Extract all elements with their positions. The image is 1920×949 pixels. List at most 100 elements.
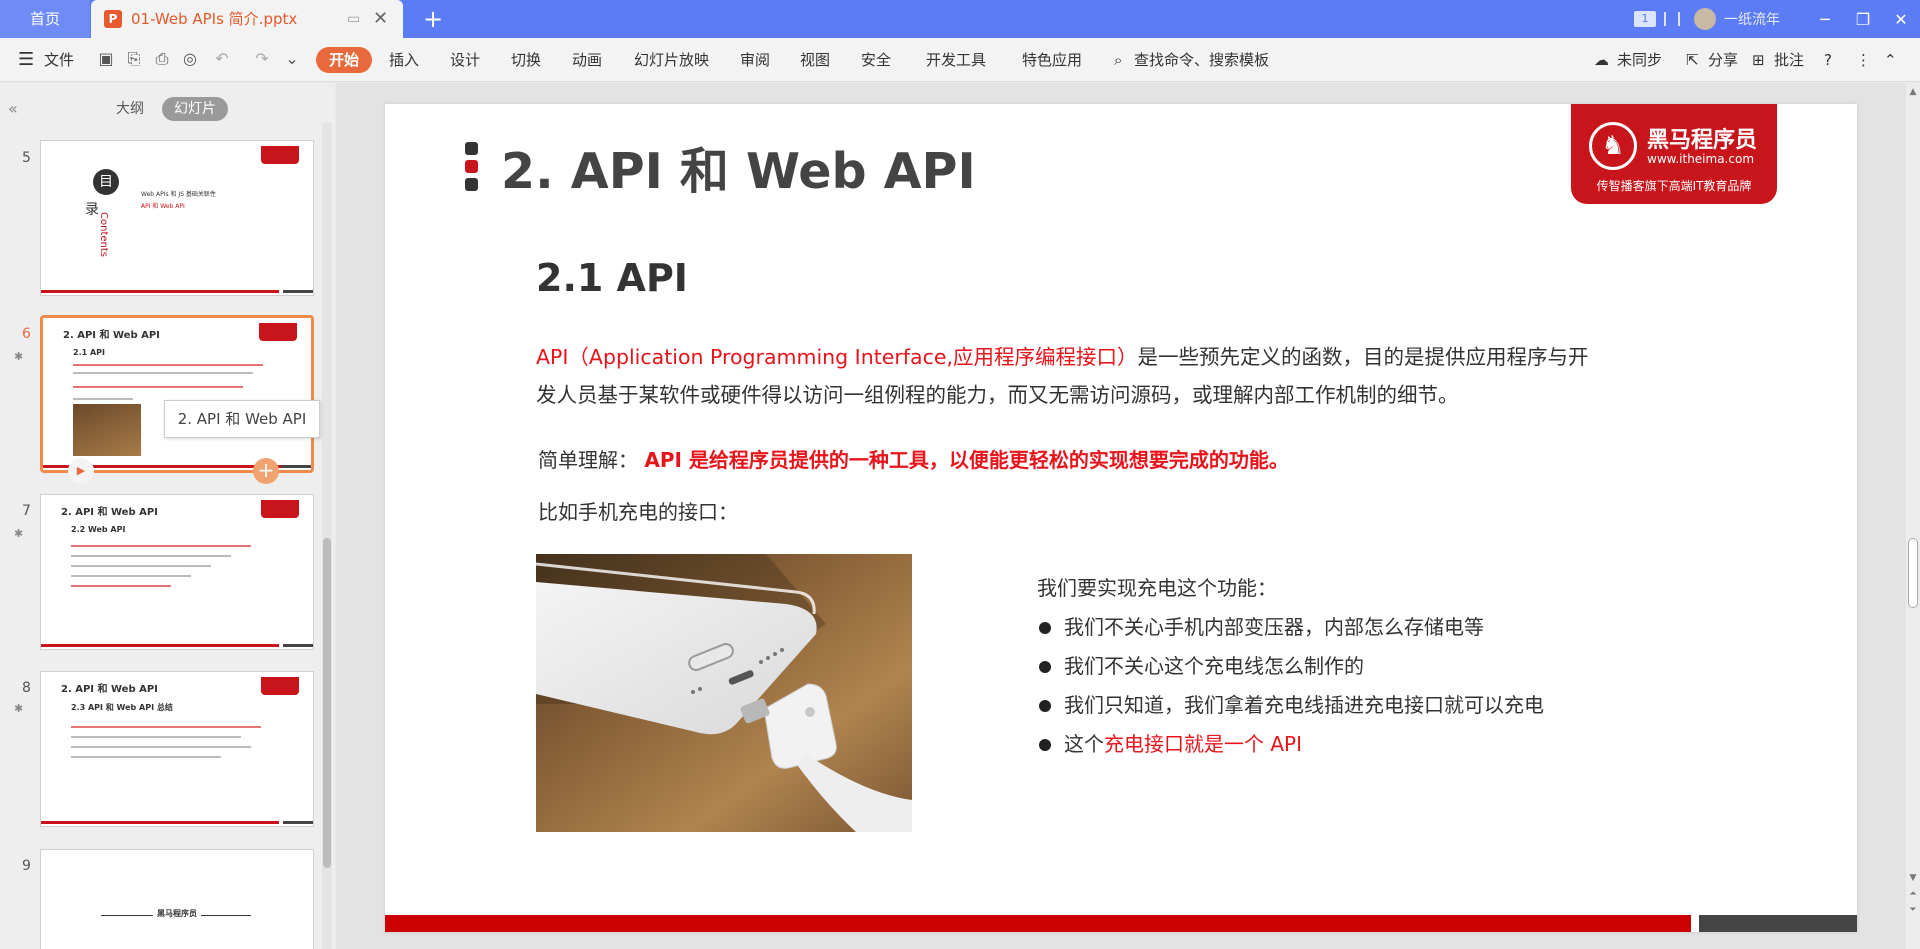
customize-icon[interactable]: ⌄ — [282, 49, 302, 69]
slide-title[interactable]: 2. API 和 Web API — [501, 132, 976, 203]
slide-thumbnail-5[interactable]: 目 录 Contents Web APIs 和 JS 基础关联性 API 和 W… — [40, 140, 314, 296]
list-item: 我们不关心手机内部变压器，内部怎么存储电等 — [1037, 608, 1544, 647]
tab-insert[interactable]: 插入 — [389, 38, 419, 82]
ribbon-toolbar: ☰ 文件 ▣ ⎘ ⎙ ◎ ↶ ↷ ⌄ 开始 插入 设计 切换 动画 幻灯片放映 … — [0, 38, 1920, 82]
api-definition[interactable]: API（Application Programming Interface,应用… — [536, 338, 1596, 414]
scroll-page-up-icon[interactable]: ⏶ — [1906, 889, 1920, 899]
help-icon[interactable]: ? — [1824, 38, 1832, 82]
tab-slideshow[interactable]: 幻灯片放映 — [634, 38, 709, 82]
scroll-up-icon[interactable]: ▲ — [1906, 87, 1920, 97]
slide-thumbnail-9[interactable]: 黑马程序员 — [40, 849, 314, 949]
comment-button[interactable]: 批注 — [1774, 38, 1804, 82]
tab-start[interactable]: 开始 — [316, 47, 372, 73]
phone-charging-image[interactable] — [536, 554, 912, 832]
collapse-panel-icon[interactable]: « — [8, 99, 18, 118]
layout-icon[interactable] — [1664, 12, 1680, 26]
save-icon[interactable]: ▣ — [96, 49, 116, 69]
scroll-page-down-icon[interactable]: ⏷ — [1906, 905, 1920, 915]
tab-slides[interactable]: 幻灯片 — [162, 97, 228, 121]
tab-animation[interactable]: 动画 — [572, 38, 602, 82]
slide-number: 5 — [22, 150, 31, 166]
thumb-toc-item-2: API 和 Web API — [141, 203, 185, 210]
horse-logo-icon: ♞ — [1589, 122, 1637, 170]
thumb-text-line — [71, 736, 241, 738]
tab-transition[interactable]: 切换 — [511, 38, 541, 82]
thumb-text-line — [71, 575, 191, 577]
thumb-text-line — [71, 585, 171, 587]
editor-scrollbar[interactable]: ▲ ▼ ⏶ ⏷ — [1906, 83, 1920, 949]
footer-bar-dark — [1699, 915, 1857, 932]
tab-security[interactable]: 安全 — [861, 38, 891, 82]
logo-url: www.itheima.com — [1647, 152, 1755, 166]
add-slide-icon[interactable]: + — [253, 458, 279, 484]
thumb-text-line — [71, 545, 251, 547]
notification-badge[interactable]: 1 — [1634, 11, 1656, 27]
menu-icon[interactable]: ☰ — [18, 38, 34, 82]
ppt-file-icon: P — [104, 10, 122, 28]
thumb-text-line — [71, 565, 211, 567]
minimize-icon[interactable]: ─ — [1806, 10, 1844, 29]
thumb-toc-badge: 目 — [93, 169, 119, 195]
tab-home[interactable]: 首页 — [0, 0, 90, 38]
thumb-footer-bar-dark — [283, 821, 313, 824]
tab-design[interactable]: 设计 — [450, 38, 480, 82]
window-controls: 1 一纸流年 ─ ❐ ✕ — [1634, 0, 1920, 38]
close-window-icon[interactable]: ✕ — [1882, 10, 1920, 29]
editor-scroll-thumb[interactable] — [1908, 538, 1918, 608]
slide-thumbnail-7[interactable]: 2. API 和 Web API 2.2 Web API — [40, 494, 314, 650]
thumb-toc-item-1: Web APIs 和 JS 基础关联性 — [141, 191, 216, 198]
preview-icon[interactable]: ◎ — [180, 49, 200, 69]
restore-icon[interactable]: ❐ — [1844, 10, 1882, 29]
collapse-ribbon-icon[interactable]: ⌃ — [1884, 38, 1897, 82]
tab-developer[interactable]: 开发工具 — [926, 38, 986, 82]
thumb-contents-label: Contents — [97, 212, 109, 257]
title-bar: 首页 P 01-Web APIs 简介.pptx ▭ ✕ + 1 一纸流年 ─ … — [0, 0, 1920, 38]
example-text[interactable]: 比如手机充电的接口： — [538, 496, 738, 525]
print-icon[interactable]: ⎙ — [152, 49, 172, 69]
thumb-image — [73, 404, 141, 456]
tab-features[interactable]: 特色应用 — [1022, 38, 1082, 82]
simple-understanding[interactable]: 简单理解： API 是给程序员提供的一种工具，以便能更轻松的实现想要完成的功能。 — [538, 444, 1289, 473]
charge-bullet-list[interactable]: 我们不关心手机内部变压器，内部怎么存储电等 我们不关心这个充电线怎么制作的 我们… — [1037, 608, 1544, 764]
thumb-logo — [261, 677, 299, 695]
export-icon[interactable]: ⎘ — [124, 49, 144, 69]
tab-view[interactable]: 视图 — [800, 38, 830, 82]
tab-document[interactable]: P 01-Web APIs 简介.pptx ▭ ✕ — [91, 0, 403, 38]
comment-icon[interactable]: ⊞ — [1752, 38, 1765, 82]
animation-star-icon: ✱ — [14, 702, 24, 715]
close-tab-icon[interactable]: ✕ — [373, 0, 388, 38]
tab-review[interactable]: 审阅 — [740, 38, 770, 82]
avatar[interactable] — [1694, 8, 1716, 30]
thumb-text-line — [73, 398, 133, 400]
tab-outline[interactable]: 大纲 — [104, 97, 156, 121]
thumb-footer-bar — [41, 644, 279, 647]
thumb-text-line — [71, 726, 261, 728]
cloud-sync-icon[interactable]: ☁ — [1594, 38, 1609, 82]
undo-icon[interactable]: ↶ — [212, 49, 232, 69]
new-tab-button[interactable]: + — [418, 4, 448, 34]
logo-brand: 黑马程序员 — [1647, 128, 1758, 153]
share-button[interactable]: 分享 — [1708, 38, 1738, 82]
search-commands[interactable]: 查找命令、搜索模板 — [1134, 38, 1269, 82]
panel-scroll-thumb[interactable] — [323, 538, 331, 868]
username[interactable]: 一纸流年 — [1724, 9, 1780, 29]
thumb-title: 2. API 和 Web API — [63, 330, 160, 341]
redo-icon[interactable]: ↷ — [252, 49, 272, 69]
sync-status[interactable]: 未同步 — [1617, 38, 1662, 82]
phone-charger-illustration — [536, 554, 912, 832]
thumb-subtitle: 2.2 Web API — [71, 525, 126, 534]
share-icon[interactable]: ⇱ — [1686, 38, 1699, 82]
slide-subtitle[interactable]: 2.1 API — [536, 256, 688, 300]
charge-heading[interactable]: 我们要实现充电这个功能： — [1037, 572, 1277, 601]
slide-canvas[interactable]: 2. API 和 Web API ♞ 黑马程序员 www.itheima.com… — [385, 104, 1857, 932]
scroll-down-icon[interactable]: ▼ — [1906, 873, 1920, 883]
play-slide-icon[interactable]: ▶ — [68, 458, 94, 484]
thumb-toc-char: 录 — [85, 202, 99, 218]
file-menu[interactable]: 文件 — [44, 38, 74, 82]
panel-scrollbar[interactable] — [322, 123, 332, 949]
slide-thumbnail-6[interactable]: 2. API 和 Web API 2.1 API — [40, 315, 314, 473]
more-icon[interactable]: ⋮ — [1856, 38, 1871, 82]
search-icon[interactable]: ⌕ — [1114, 38, 1122, 82]
pin-icon[interactable]: ▭ — [347, 0, 360, 38]
slide-thumbnail-8[interactable]: 2. API 和 Web API 2.3 API 和 Web API 总结 — [40, 671, 314, 827]
